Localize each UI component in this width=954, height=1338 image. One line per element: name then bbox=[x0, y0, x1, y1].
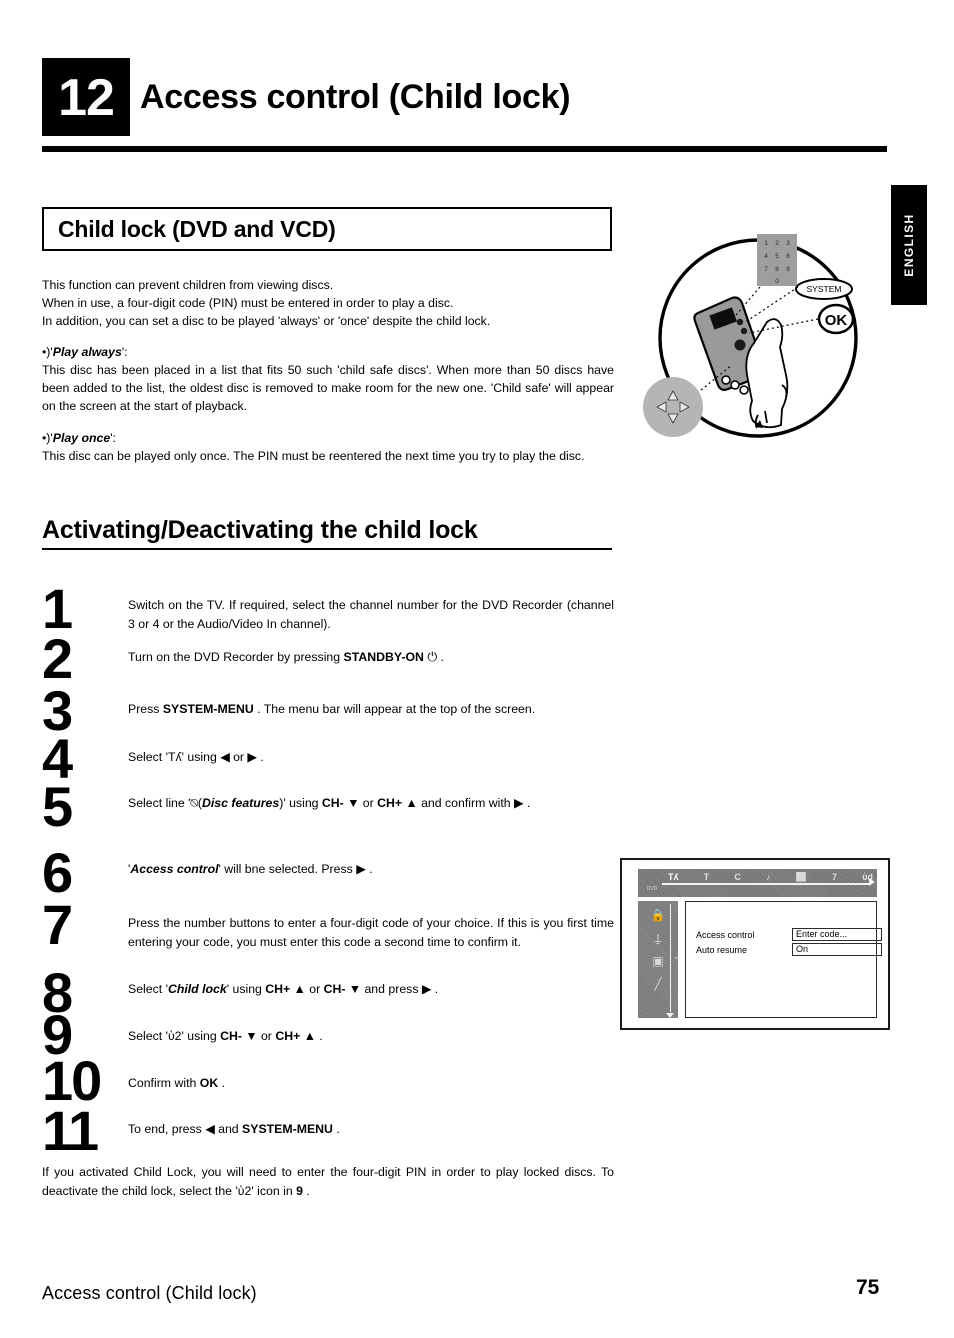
header-divider bbox=[42, 146, 887, 152]
osd-menu-icons: Tʎ T C ♪ ⬜ ὏7 ὐd bbox=[668, 870, 873, 884]
osd-menu-subrow bbox=[666, 885, 871, 896]
section-divider bbox=[42, 548, 612, 550]
bullet-play-always-heading: •)'Play always': bbox=[42, 344, 614, 361]
osd-icon-camera[interactable]: ὏7 bbox=[832, 872, 837, 882]
osd-dvd-tag: DVD bbox=[640, 884, 664, 895]
osd-right-arrow-icon bbox=[869, 878, 875, 886]
svg-text:2: 2 bbox=[775, 240, 779, 247]
remote-button-large bbox=[735, 340, 746, 351]
osd-icon-screen[interactable]: ⬜ bbox=[796, 872, 807, 883]
step-text-8: Select 'Child lock' using CH+ ▲ or CH- ▼… bbox=[128, 980, 614, 999]
svg-text:1: 1 bbox=[764, 240, 768, 247]
svg-text:4: 4 bbox=[764, 253, 768, 260]
step-number-7: 7 bbox=[42, 898, 128, 952]
closing-note: If you activated Child Lock, you will ne… bbox=[42, 1163, 614, 1200]
osd-value-access-control[interactable]: Enter code... bbox=[792, 928, 882, 941]
remote-button-row-2 bbox=[731, 381, 739, 389]
remote-button-small-1 bbox=[737, 319, 743, 325]
remote-button-row-3 bbox=[740, 386, 748, 394]
svg-text:8: 8 bbox=[775, 266, 779, 273]
bullet-quote-close: ': bbox=[122, 345, 128, 359]
svg-text:7: 7 bbox=[764, 266, 768, 273]
svg-text:5: 5 bbox=[775, 253, 779, 260]
step-text-4: Select 'Tʎ' using ◀ or ▶ . bbox=[128, 748, 614, 767]
footer-title: Access control (Child lock) bbox=[42, 1283, 257, 1304]
step-text-6: 'Access control' will bne selected. Pres… bbox=[128, 860, 614, 879]
ok-callout-label: OK bbox=[825, 312, 848, 329]
bullet-play-once-body: This disc can be played only once. The P… bbox=[42, 447, 614, 465]
language-tab: ENGLISH bbox=[891, 185, 927, 305]
remote-button-row-1 bbox=[722, 376, 730, 384]
chapter-number-badge: 12 bbox=[42, 58, 130, 136]
activating-section-heading: Activating/Deactivating the child lock bbox=[42, 516, 612, 550]
osd-sidebar-rail bbox=[670, 904, 672, 1012]
intro-line-1: This function can prevent children from … bbox=[42, 276, 614, 294]
intro-line-3: In addition, you can set a disc to be pl… bbox=[42, 312, 614, 330]
activating-section-title: Activating/Deactivating the child lock bbox=[42, 516, 612, 548]
svg-text:0: 0 bbox=[775, 278, 779, 285]
intro-paragraph: This function can prevent children from … bbox=[42, 276, 614, 330]
osd-value-auto-resume[interactable]: On bbox=[792, 943, 882, 956]
osd-sidebar-pen-icon[interactable]: ╱ bbox=[645, 975, 671, 993]
osd-icon-c[interactable]: C bbox=[734, 872, 741, 882]
step-number-11: 11 bbox=[42, 1104, 128, 1158]
child-lock-section-box: Child lock (DVD and VCD) bbox=[42, 207, 612, 251]
svg-text:3: 3 bbox=[786, 240, 790, 247]
step-text-2: Turn on the DVD Recorder by pressing STA… bbox=[128, 648, 614, 667]
svg-text:9: 9 bbox=[786, 266, 790, 273]
osd-icon-tools[interactable]: Tʎ bbox=[668, 872, 679, 882]
page-title: Access control (Child lock) bbox=[140, 78, 570, 117]
osd-icon-t[interactable]: T bbox=[704, 872, 710, 882]
system-callout-label: SYSTEM bbox=[807, 284, 842, 294]
footer-page-number: 75 bbox=[856, 1276, 879, 1300]
osd-sidebar-down-caret-icon bbox=[666, 1013, 674, 1018]
intro-line-2: When in use, a four-digit code (PIN) mus… bbox=[42, 294, 614, 312]
step-text-10: Confirm with OK . bbox=[128, 1074, 614, 1093]
step-text-1: Switch on the TV. If required, select th… bbox=[128, 596, 614, 633]
osd-sidebar-picture-icon[interactable]: ▣ bbox=[645, 952, 671, 970]
osd-settings-panel: Access control Enter code... Auto resume… bbox=[685, 901, 877, 1018]
step-text-11: To end, press ◀ and SYSTEM-MENU . bbox=[128, 1120, 614, 1139]
language-tab-label: ENGLISH bbox=[902, 205, 916, 285]
osd-label-auto-resume: Auto resume bbox=[696, 943, 747, 957]
svg-text:6: 6 bbox=[786, 253, 790, 260]
step-number-5: 5 bbox=[42, 780, 128, 834]
step-text-5: Select line '⍉(Disc features)' using CH-… bbox=[128, 794, 614, 813]
bullet-play-once: •)'Play once': This disc can be played o… bbox=[42, 430, 614, 465]
step-number-6: 6 bbox=[42, 846, 128, 900]
osd-icon-sound[interactable]: ♪ bbox=[766, 872, 771, 882]
osd-sidebar-lock-icon[interactable]: 🔒 bbox=[645, 906, 671, 924]
remote-button-small-2 bbox=[741, 328, 747, 334]
osd-sidebar-left-right-icon: ⇔ bbox=[673, 952, 682, 962]
bullet-quote-close: ': bbox=[110, 431, 116, 445]
remote-control-illustration: 123 456 789 0 SYSTEM OK bbox=[636, 215, 896, 450]
chapter-header: 12 Access control (Child lock) bbox=[42, 58, 887, 154]
child-lock-section-title: Child lock (DVD and VCD) bbox=[44, 209, 610, 243]
bullet-play-always: •)'Play always': This disc has been plac… bbox=[42, 344, 614, 415]
bullet-play-always-body: This disc has been placed in a list that… bbox=[42, 361, 614, 415]
bullet-play-always-title: Play always bbox=[53, 345, 122, 359]
bullet-play-once-heading: •)'Play once': bbox=[42, 430, 614, 447]
osd-menu-bar: DVD Tʎ T C ♪ ⬜ ὏7 ὐd bbox=[638, 869, 877, 897]
osd-label-access-control: Access control bbox=[696, 928, 755, 942]
osd-row-auto-resume[interactable]: Auto resume On bbox=[696, 943, 868, 957]
osd-sidebar: 🔒 ⍊ ▣ ╱ ⇔ bbox=[638, 901, 678, 1018]
tv-screen-inner: DVD Tʎ T C ♪ ⬜ ὏7 ὐd 🔒 ⍊ ▣ ╱ ⇔ bbox=[629, 867, 881, 1021]
step-text-9: Select 'ὑ2' using CH- ▼ or CH+ ▲ . bbox=[128, 1027, 614, 1046]
osd-row-access-control[interactable]: Access control Enter code... bbox=[696, 928, 868, 942]
step-list: 1 Switch on the TV. If required, select t… bbox=[42, 580, 614, 1180]
step-text-7: Press the number buttons to enter a four… bbox=[128, 914, 614, 951]
step-text-3: Press SYSTEM-MENU . The menu bar will ap… bbox=[128, 700, 614, 719]
step-number-2: 2 bbox=[42, 632, 128, 686]
dpad-callout bbox=[643, 377, 703, 437]
remote-illustration-svg: 123 456 789 0 SYSTEM OK bbox=[636, 215, 896, 450]
bullet-play-once-title: Play once bbox=[53, 431, 110, 445]
osd-sidebar-disc-features-icon[interactable]: ⍊ bbox=[645, 929, 671, 947]
tv-screen-mockup: DVD Tʎ T C ♪ ⬜ ὏7 ὐd 🔒 ⍊ ▣ ╱ ⇔ bbox=[620, 858, 890, 1030]
